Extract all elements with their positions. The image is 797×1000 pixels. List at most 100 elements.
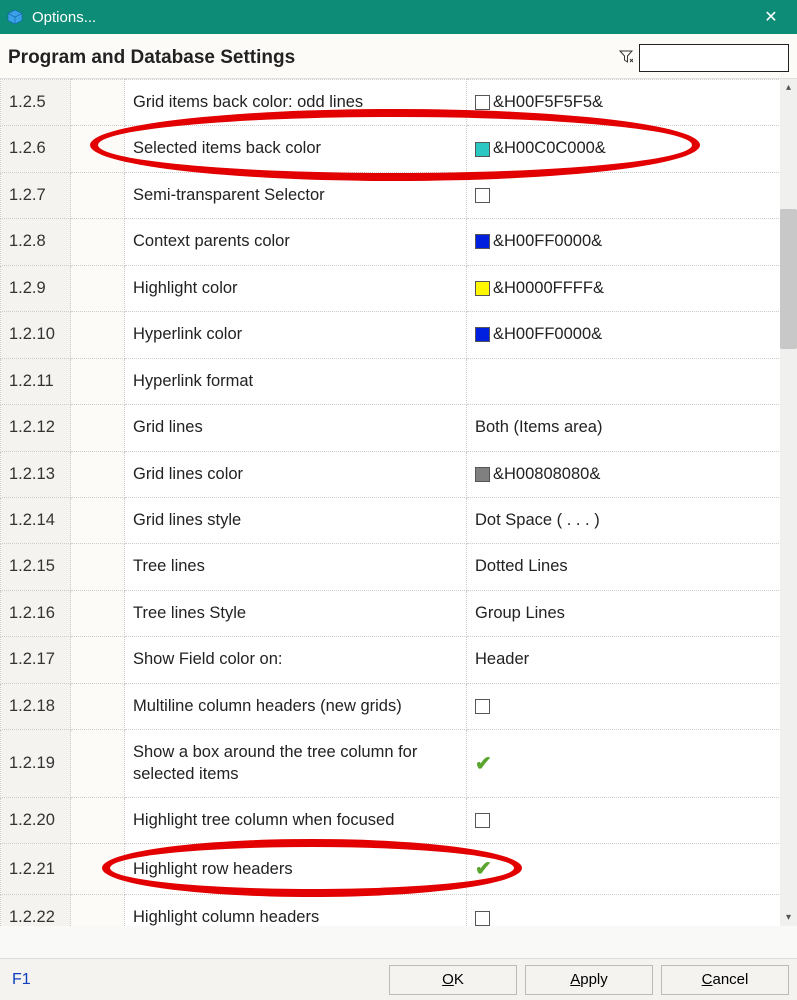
row-id: 1.2.19 bbox=[1, 730, 71, 798]
row-id: 1.2.18 bbox=[1, 683, 71, 729]
row-indent bbox=[71, 80, 125, 126]
row-indent bbox=[71, 405, 125, 451]
table-row[interactable]: 1.2.12Grid linesBoth (Items area) bbox=[1, 405, 797, 451]
checkmark-icon[interactable]: ✔ bbox=[475, 858, 492, 880]
row-indent bbox=[71, 312, 125, 358]
options-grid: 1.2.5Grid items back color: odd lines&H0… bbox=[0, 79, 797, 926]
color-value-text: &H00F5F5F5& bbox=[493, 93, 603, 111]
row-value[interactable]: Header bbox=[467, 637, 797, 683]
cancel-button[interactable]: Cancel bbox=[661, 965, 789, 995]
row-value[interactable]: &H00FF0000& bbox=[467, 312, 797, 358]
checkbox[interactable] bbox=[475, 699, 490, 714]
filter-icon[interactable] bbox=[619, 50, 633, 67]
table-row[interactable]: 1.2.8Context parents color&H00FF0000& bbox=[1, 219, 797, 265]
scrollbar-thumb[interactable] bbox=[780, 209, 797, 349]
color-value-text: &H00FF0000& bbox=[493, 325, 602, 343]
row-value[interactable]: Group Lines bbox=[467, 590, 797, 636]
color-swatch[interactable] bbox=[475, 142, 490, 157]
value-text: Dotted Lines bbox=[475, 557, 568, 575]
row-value[interactable] bbox=[467, 172, 797, 218]
close-button[interactable]: ✕ bbox=[751, 0, 791, 34]
table-row[interactable]: 1.2.19Show a box around the tree column … bbox=[1, 730, 797, 798]
row-id: 1.2.17 bbox=[1, 637, 71, 683]
table-row[interactable]: 1.2.16Tree lines StyleGroup Lines bbox=[1, 590, 797, 636]
table-row[interactable]: 1.2.9Highlight color&H0000FFFF& bbox=[1, 265, 797, 311]
table-row[interactable]: 1.2.15Tree linesDotted Lines bbox=[1, 544, 797, 590]
row-indent bbox=[71, 798, 125, 844]
color-swatch[interactable] bbox=[475, 467, 490, 482]
dialog-footer: F1 OK Apply Cancel bbox=[0, 958, 797, 1000]
titlebar: Options... ✕ bbox=[0, 0, 797, 34]
row-value[interactable]: Dot Space ( . . . ) bbox=[467, 497, 797, 543]
row-indent bbox=[71, 590, 125, 636]
row-value[interactable]: Dotted Lines bbox=[467, 544, 797, 590]
row-id: 1.2.10 bbox=[1, 312, 71, 358]
scroll-down-arrow[interactable]: ▾ bbox=[780, 909, 797, 926]
row-value[interactable]: &H0000FFFF& bbox=[467, 265, 797, 311]
row-value[interactable]: &H00808080& bbox=[467, 451, 797, 497]
row-label: Hyperlink color bbox=[125, 312, 467, 358]
search-input[interactable] bbox=[639, 44, 789, 72]
color-swatch[interactable] bbox=[475, 95, 490, 110]
row-label: Highlight color bbox=[125, 265, 467, 311]
row-indent bbox=[71, 730, 125, 798]
row-indent bbox=[71, 637, 125, 683]
row-value[interactable]: &H00FF0000& bbox=[467, 219, 797, 265]
table-row[interactable]: 1.2.13 Grid lines color&H00808080& bbox=[1, 451, 797, 497]
table-row[interactable]: 1.2.22Highlight column headers bbox=[1, 895, 797, 926]
row-label: Highlight row headers bbox=[125, 844, 467, 895]
row-id: 1.2.11 bbox=[1, 358, 71, 404]
table-row[interactable]: 1.2.21Highlight row headers✔ bbox=[1, 844, 797, 895]
scroll-up-arrow[interactable]: ▴ bbox=[780, 79, 797, 96]
help-key-label[interactable]: F1 bbox=[12, 971, 31, 989]
dialog-header: Program and Database Settings bbox=[0, 34, 797, 79]
scrollbar-track[interactable]: ▴ ▾ bbox=[780, 79, 797, 926]
row-indent bbox=[71, 683, 125, 729]
table-row[interactable]: 1.2.20Highlight tree column when focused bbox=[1, 798, 797, 844]
row-indent bbox=[71, 219, 125, 265]
row-value[interactable] bbox=[467, 895, 797, 926]
row-indent bbox=[71, 895, 125, 926]
value-text: Group Lines bbox=[475, 604, 565, 622]
table-row[interactable]: 1.2.18Multiline column headers (new grid… bbox=[1, 683, 797, 729]
row-value[interactable]: &H00C0C000& bbox=[467, 126, 797, 172]
table-row[interactable]: 1.2.5Grid items back color: odd lines&H0… bbox=[1, 80, 797, 126]
row-id: 1.2.13 bbox=[1, 451, 71, 497]
row-value[interactable]: Both (Items area) bbox=[467, 405, 797, 451]
value-text: Dot Space ( . . . ) bbox=[475, 511, 600, 529]
row-label: Semi-transparent Selector bbox=[125, 172, 467, 218]
row-value[interactable]: ✔ bbox=[467, 730, 797, 798]
value-text: Both (Items area) bbox=[475, 418, 602, 436]
row-value[interactable]: &H00F5F5F5& bbox=[467, 80, 797, 126]
ok-button[interactable]: OK bbox=[389, 965, 517, 995]
color-value-text: &H00FF0000& bbox=[493, 232, 602, 250]
table-row[interactable]: 1.2.10 Hyperlink color&H00FF0000& bbox=[1, 312, 797, 358]
row-id: 1.2.7 bbox=[1, 172, 71, 218]
value-text: Header bbox=[475, 650, 529, 668]
color-swatch[interactable] bbox=[475, 234, 490, 249]
row-indent bbox=[71, 358, 125, 404]
color-value-text: &H00C0C000& bbox=[493, 139, 606, 157]
checkbox[interactable] bbox=[475, 813, 490, 828]
checkbox[interactable] bbox=[475, 911, 490, 926]
table-row[interactable]: 1.2.6Selected items back color&H00C0C000… bbox=[1, 126, 797, 172]
row-value[interactable]: ✔ bbox=[467, 844, 797, 895]
color-swatch[interactable] bbox=[475, 281, 490, 296]
row-label: Grid lines color bbox=[125, 451, 467, 497]
app-icon bbox=[6, 8, 24, 26]
page-title: Program and Database Settings bbox=[8, 47, 295, 69]
table-row[interactable]: 1.2.11Hyperlink format bbox=[1, 358, 797, 404]
table-row[interactable]: 1.2.14Grid lines styleDot Space ( . . . … bbox=[1, 497, 797, 543]
row-value[interactable] bbox=[467, 358, 797, 404]
table-row[interactable]: 1.2.7 Semi-transparent Selector bbox=[1, 172, 797, 218]
color-swatch[interactable] bbox=[475, 327, 490, 342]
row-label: Highlight column headers bbox=[125, 895, 467, 926]
table-row[interactable]: 1.2.17Show Field color on:Header bbox=[1, 637, 797, 683]
row-value[interactable] bbox=[467, 683, 797, 729]
row-id: 1.2.5 bbox=[1, 80, 71, 126]
row-value[interactable] bbox=[467, 798, 797, 844]
apply-button[interactable]: Apply bbox=[525, 965, 653, 995]
checkbox[interactable] bbox=[475, 188, 490, 203]
row-id: 1.2.6 bbox=[1, 126, 71, 172]
checkmark-icon[interactable]: ✔ bbox=[475, 753, 492, 775]
